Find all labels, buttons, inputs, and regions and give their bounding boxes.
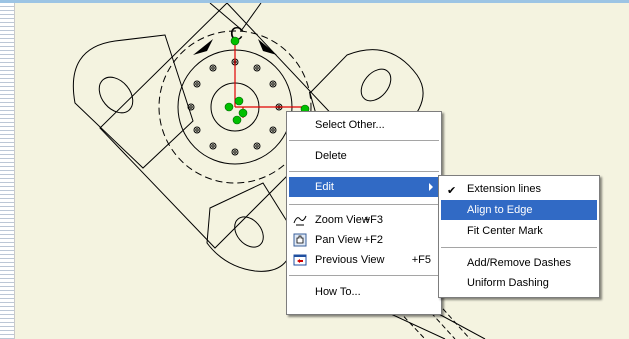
submenu-item-label: Align to Edge (467, 204, 533, 216)
previous-view-icon (293, 254, 307, 266)
menu-item-label: Select Other... (315, 119, 385, 131)
pan-view-icon (293, 233, 307, 247)
menu-separator (289, 140, 439, 141)
menu-item-label: Previous View (315, 254, 385, 266)
submenu-item-label: Extension lines (467, 183, 541, 195)
menu-item-label: How To... (315, 286, 361, 298)
context-menu: Select Other... Delete Edit Zoom View +F… (286, 111, 442, 315)
menu-item-edit[interactable]: Edit (289, 177, 439, 197)
submenu-item-align-to-edge[interactable]: Align to Edge (441, 200, 597, 220)
edit-submenu: ✔ Extension lines Align to Edge Fit Cent… (438, 175, 600, 298)
menu-item-shortcut: +F5 (411, 254, 431, 266)
checkmark-icon: ✔ (447, 185, 457, 197)
rotate-arrow-left (193, 39, 213, 55)
menu-item-label: Edit (315, 181, 334, 193)
lower-lug-outline (206, 182, 294, 272)
submenu-item-add-remove-dashes[interactable]: Add/Remove Dashes (441, 253, 597, 273)
submenu-arrow-icon (429, 183, 433, 191)
right-lug-hole (360, 68, 392, 102)
menu-separator (289, 275, 439, 276)
vertical-ruler (0, 3, 15, 339)
top-cross-line (240, 3, 262, 32)
menu-item-shortcut: +F2 (363, 234, 383, 246)
zoom-view-icon (293, 215, 307, 226)
menu-separator (289, 171, 439, 172)
menu-item-shortcut: +F3 (363, 214, 383, 226)
menu-item-label: Delete (315, 150, 347, 162)
menu-item-zoom-view[interactable]: Zoom View +F3 (289, 210, 439, 230)
menu-item-delete[interactable]: Delete (289, 146, 439, 166)
menu-item-label: Zoom View (315, 214, 370, 226)
submenu-item-fit-center-mark[interactable]: Fit Center Mark (441, 221, 597, 241)
menu-item-pan-view[interactable]: Pan View +F2 (289, 230, 439, 250)
menu-item-previous-view[interactable]: Previous View +F5 (289, 250, 439, 270)
submenu-item-label: Add/Remove Dashes (467, 257, 571, 269)
menu-separator (289, 204, 439, 205)
submenu-item-label: Uniform Dashing (467, 277, 549, 289)
lower-lug-hole (234, 216, 264, 248)
submenu-item-extension-lines[interactable]: ✔ Extension lines (441, 179, 597, 199)
menu-item-select-other[interactable]: Select Other... (289, 115, 439, 135)
submenu-item-uniform-dashing[interactable]: Uniform Dashing (441, 273, 597, 293)
menu-item-label: Pan View (315, 234, 362, 246)
menu-item-how-to[interactable]: How To... (289, 282, 439, 302)
menu-separator (441, 247, 597, 248)
submenu-item-label: Fit Center Mark (467, 225, 543, 237)
